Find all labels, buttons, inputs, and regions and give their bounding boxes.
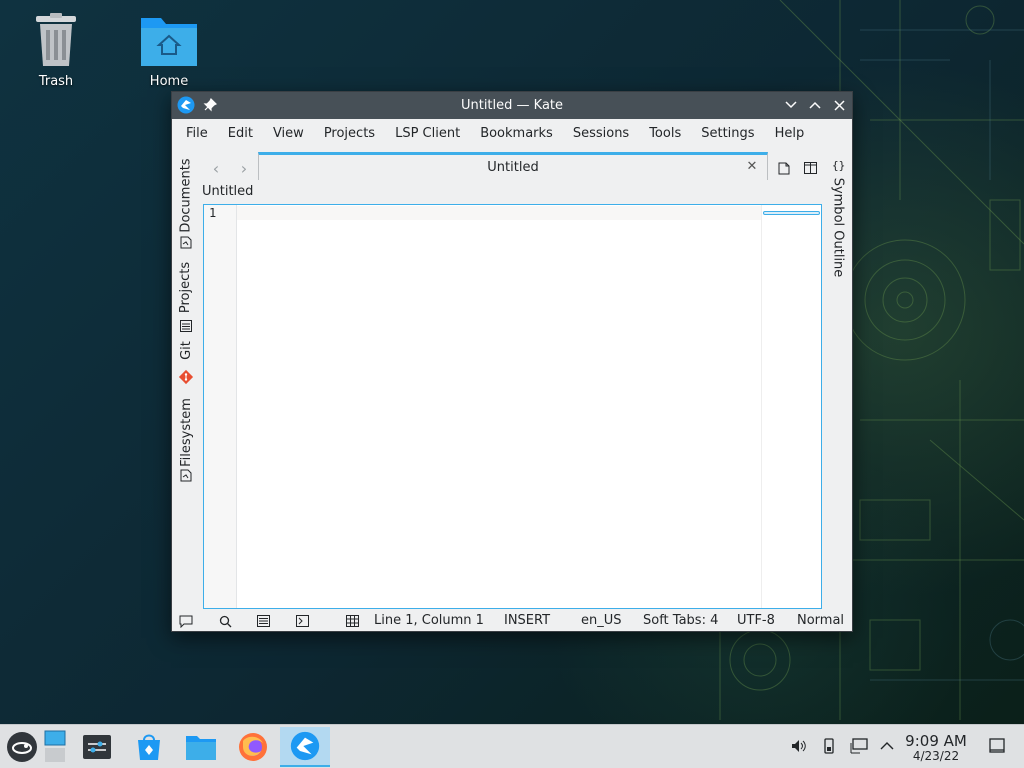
firefox-icon: [239, 733, 267, 761]
menu-lsp-client[interactable]: LSP Client: [385, 119, 470, 149]
cursor-position[interactable]: Line 1, Column 1: [374, 613, 484, 628]
virtual-desktop-icon: [44, 730, 66, 762]
menu-tools[interactable]: Tools: [639, 119, 691, 149]
indentation-settings[interactable]: Soft Tabs: 4: [643, 613, 718, 628]
input-mode[interactable]: INSERT: [504, 613, 550, 628]
document-tab-bar: ‹ › Untitled ✕: [202, 152, 824, 182]
menu-bookmarks[interactable]: Bookmarks: [470, 119, 563, 149]
close-tab-icon[interactable]: ✕: [745, 159, 759, 174]
sidebar-tab-label: Symbol Outline: [830, 177, 846, 277]
close-button[interactable]: [830, 96, 848, 114]
left-sidebar: Documents Projects Git Filesystem: [172, 149, 200, 609]
home-folder-icon: [141, 18, 197, 66]
trash-icon: [36, 13, 76, 66]
maximize-button[interactable]: [806, 96, 824, 114]
current-line-highlight: [237, 206, 762, 220]
syntax-mode[interactable]: Normal: [797, 613, 844, 628]
clock-time[interactable]: 9:09 AM: [900, 732, 972, 750]
sidebar-tab-label: Projects: [178, 261, 194, 313]
task-dolphin[interactable]: [179, 727, 223, 767]
menu-settings[interactable]: Settings: [691, 119, 764, 149]
forward-arrow-icon[interactable]: ›: [234, 158, 254, 178]
menu-help[interactable]: Help: [765, 119, 815, 149]
line-number-gutter[interactable]: 1: [204, 205, 237, 608]
kate-window: Untitled — Kate File Edit View Projects …: [171, 91, 853, 632]
volume-icon[interactable]: [790, 737, 808, 755]
dictionary[interactable]: en_US: [581, 613, 622, 628]
back-arrow-icon[interactable]: ‹: [206, 158, 226, 178]
menu-edit[interactable]: Edit: [218, 119, 263, 149]
opensuse-logo-icon: [7, 732, 37, 762]
taskbar: 9:09 AM 4/23/22: [0, 724, 1024, 768]
split-view-icon[interactable]: [800, 158, 820, 178]
new-document-icon[interactable]: [774, 158, 794, 178]
menu-file[interactable]: File: [176, 119, 218, 149]
sidebar-tab-projects[interactable]: Projects: [172, 257, 200, 317]
terminal-icon[interactable]: [294, 613, 310, 629]
status-bar: Line 1, Column 1 INSERT en_US Soft Tabs:…: [172, 610, 852, 632]
sidebar-tab-git[interactable]: Git: [172, 335, 200, 365]
minimap-scrollbar[interactable]: [761, 205, 821, 608]
sidebar-tab-label: Filesystem: [178, 397, 194, 467]
window-titlebar[interactable]: Untitled — Kate: [172, 92, 852, 119]
project-panel-icon[interactable]: [255, 613, 271, 629]
document-tab-label: Untitled: [487, 160, 539, 175]
window-title: Untitled — Kate: [460, 98, 564, 113]
menu-projects[interactable]: Projects: [314, 119, 385, 149]
desktop-icon-label: Trash: [38, 74, 74, 89]
sidebar-tab-filesystem[interactable]: Filesystem: [172, 391, 200, 473]
task-firefox[interactable]: [231, 727, 275, 767]
text-editor[interactable]: 1: [203, 204, 822, 609]
minimap-thumb[interactable]: [763, 211, 820, 215]
encoding[interactable]: UTF-8: [737, 613, 775, 628]
documents-icon: [172, 235, 200, 249]
breadcrumb[interactable]: Untitled: [202, 184, 253, 199]
file-manager-icon: [186, 736, 216, 760]
show-hidden-icons-icon[interactable]: [878, 737, 896, 755]
document-tab[interactable]: Untitled ✕: [258, 152, 768, 180]
application-launcher[interactable]: [0, 727, 44, 767]
menubar: File Edit View Projects LSP Client Bookm…: [172, 119, 852, 149]
discover-store-icon: [138, 734, 160, 760]
minimize-button[interactable]: [782, 96, 800, 114]
filesystem-icon: [172, 468, 200, 482]
network-icon[interactable]: [850, 737, 868, 755]
messages-icon[interactable]: [178, 613, 194, 629]
kate-icon: [290, 731, 320, 761]
desktop-icon-trash[interactable]: Trash: [11, 12, 101, 89]
sidebar-tab-documents[interactable]: Documents: [172, 155, 200, 235]
position-icon: [344, 613, 360, 629]
right-sidebar: {} Symbol Outline: [824, 149, 852, 349]
desktop-icon-home[interactable]: Home: [124, 12, 214, 89]
sidebar-tab-label: Git: [178, 340, 194, 360]
menu-view[interactable]: View: [263, 119, 314, 149]
symbol-outline-icon: {}: [824, 157, 852, 173]
task-kate[interactable]: [280, 727, 330, 767]
pager-desktop[interactable]: [42, 727, 68, 767]
svg-text:{}: {}: [832, 159, 845, 172]
git-icon: [172, 368, 200, 386]
line-number: 1: [209, 206, 217, 220]
task-system-settings[interactable]: [75, 727, 119, 767]
sidebar-tab-label: Documents: [178, 157, 194, 233]
sidebar-tab-symbol-outline[interactable]: Symbol Outline: [824, 177, 852, 277]
desktop-icon-label: Home: [149, 74, 189, 89]
task-discover[interactable]: [127, 727, 171, 767]
clock-date[interactable]: 4/23/22: [900, 749, 972, 763]
show-desktop-icon[interactable]: [988, 737, 1006, 755]
projects-icon: [172, 319, 200, 333]
search-icon[interactable]: [217, 613, 233, 629]
menu-sessions[interactable]: Sessions: [563, 119, 639, 149]
system-settings-icon: [83, 735, 111, 759]
device-notifier-icon[interactable]: [820, 737, 838, 755]
